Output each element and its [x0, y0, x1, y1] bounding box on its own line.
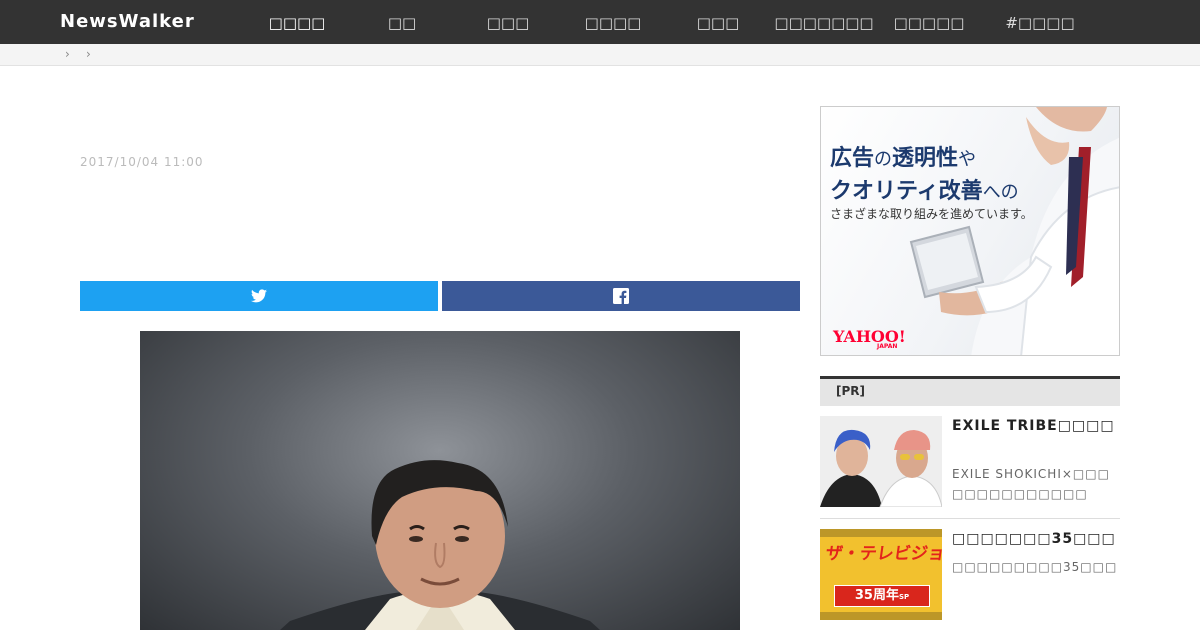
nav-item-6[interactable]: □□□□□□□: [769, 14, 879, 32]
twitter-share-button[interactable]: [80, 281, 438, 311]
pr-item-1-photo: [820, 416, 942, 507]
yahoo-japan-logo-sub: JAPAN: [877, 343, 898, 350]
ad-text: 透明性: [892, 146, 959, 171]
sidebar-ad-banner[interactable]: 広告の透明性や クオリティ改善への さまざまな取り組みを進めています。 YAHO…: [820, 106, 1120, 356]
site-logo[interactable]: NewsWalker: [60, 11, 195, 32]
pr-item-2-anniversary-badge: 35周年SP: [834, 585, 930, 607]
facebook-icon: [613, 288, 629, 304]
pr-item-2-title[interactable]: □□□□□□□35□□□: [952, 531, 1120, 547]
ad-headline-line2: クオリティ改善への: [830, 173, 1019, 205]
breadcrumb-separator: ›: [65, 47, 70, 61]
pr-divider: [820, 518, 1120, 519]
pr-section-header: [PR]: [820, 376, 1120, 406]
ad-text: 広告: [830, 146, 875, 171]
pr-item-2-logo-text: ザ・テレビジョン: [824, 544, 942, 564]
pr-item-2-desc[interactable]: □□□□□□□□□35□□□□□□□□□□□□□□□35□□□□□□□: [952, 557, 1117, 597]
nav-item-2[interactable]: □□: [347, 14, 457, 32]
article-date: 2017/10/04 11:00: [80, 155, 204, 169]
nav-item-8[interactable]: #□□□□: [985, 14, 1095, 32]
pr-label: [PR]: [836, 384, 866, 398]
ad-text: への: [982, 182, 1019, 203]
facebook-share-button[interactable]: [442, 281, 800, 311]
breadcrumb: › ›: [0, 44, 1200, 66]
pr-item-2-thumbnail[interactable]: ザ・テレビジョン 35周年SP: [820, 529, 942, 620]
breadcrumb-separator: ›: [86, 47, 91, 61]
badge-text: 35周年: [854, 588, 899, 603]
top-nav-bar: NewsWalker □□□□ □□ □□□ □□□□ □□□ □□□□□□□ …: [0, 0, 1200, 44]
ad-text: の: [874, 149, 893, 170]
nav-item-3[interactable]: □□□: [453, 14, 563, 32]
ad-headline-line1: 広告の透明性や: [830, 140, 976, 172]
article-hero-photo: [140, 331, 740, 630]
ad-text: や: [958, 149, 977, 170]
badge-sp: SP: [898, 593, 910, 601]
pr-item-1-thumbnail[interactable]: [820, 416, 942, 507]
pr-item-1-desc[interactable]: EXILE SHOKICHI×□□□ □□□□□□□□□□□: [952, 464, 1117, 504]
nav-item-4[interactable]: □□□□: [558, 14, 668, 32]
nav-item-5[interactable]: □□□: [663, 14, 773, 32]
pr-item-1-title[interactable]: EXILE TRIBE□□□□: [952, 418, 1120, 434]
ad-subline: さまざまな取り組みを進めています。: [830, 207, 1033, 221]
ad-text: クオリティ改善: [830, 179, 983, 204]
nav-item-1[interactable]: □□□□: [242, 14, 352, 32]
twitter-icon: [251, 289, 267, 303]
portrait-figure: [280, 460, 600, 630]
nav-item-7[interactable]: □□□□□: [874, 14, 984, 32]
